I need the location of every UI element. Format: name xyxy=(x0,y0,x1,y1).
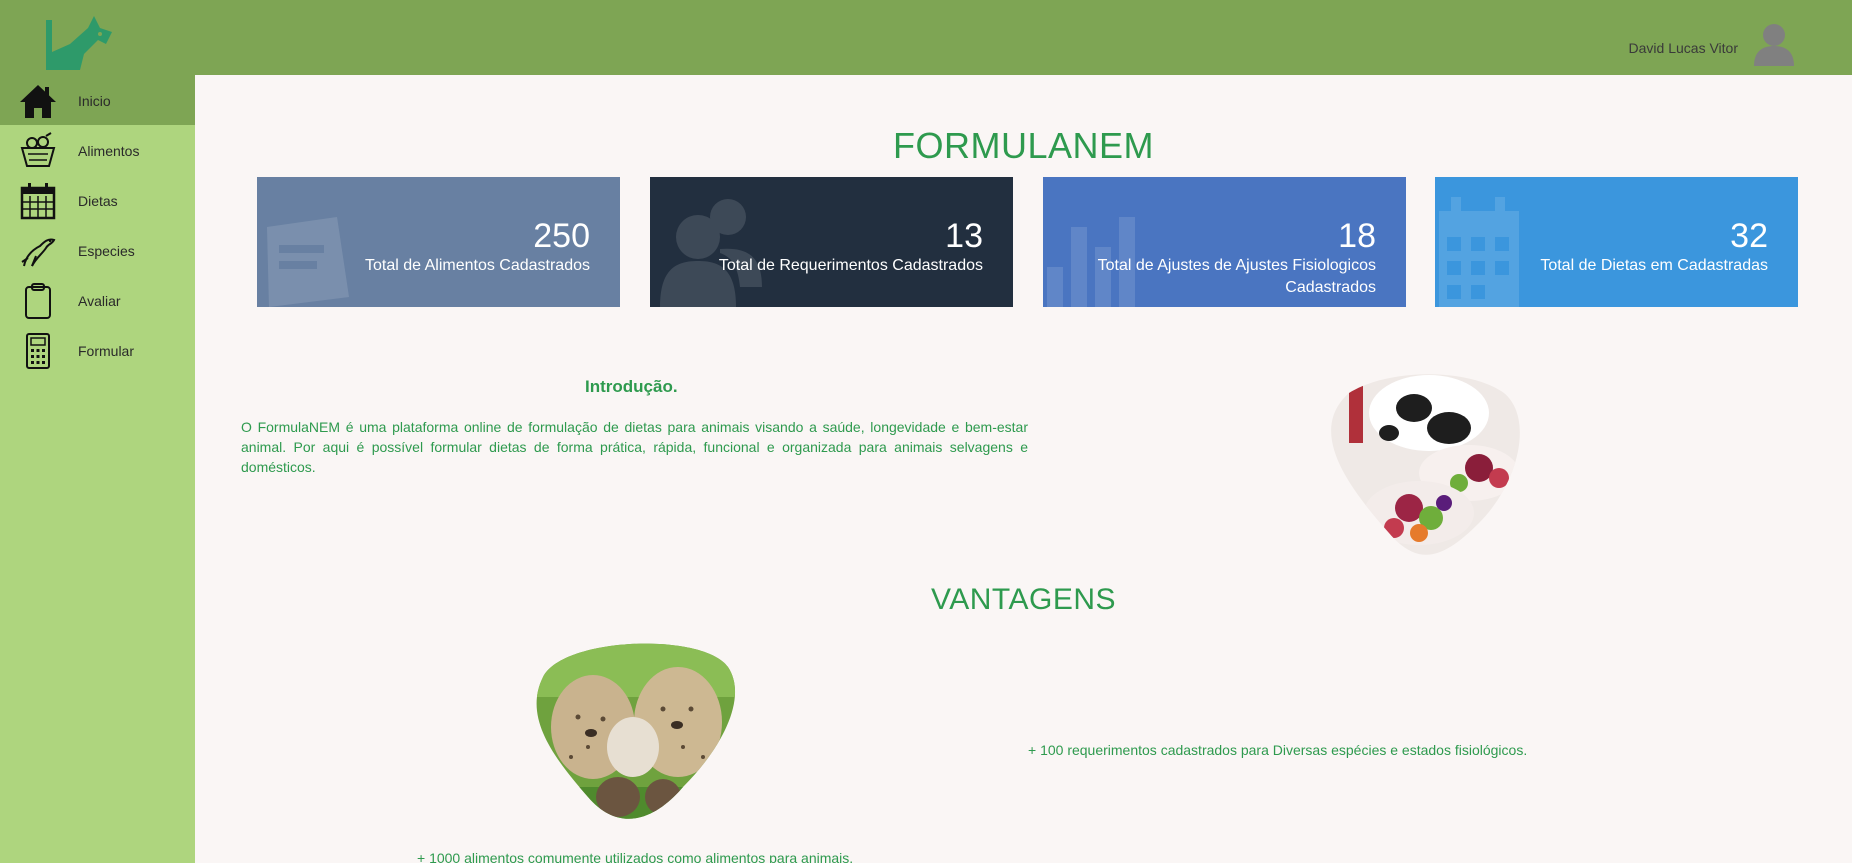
animal-icon xyxy=(21,238,56,267)
sidebar-item-especies[interactable]: Especies xyxy=(0,225,195,275)
advantage-requerimentos: + 100 requerimentos cadastrados para Div… xyxy=(1028,742,1528,758)
cheetah-cubs-image xyxy=(536,643,736,819)
intro-heading: Introdução. xyxy=(585,377,678,396)
sidebar-item-formular[interactable]: Formular xyxy=(0,325,195,375)
stat-value: 32 xyxy=(1730,217,1768,255)
dog-food-image xyxy=(1331,374,1520,555)
sidebar-item-label: Dietas xyxy=(78,193,118,209)
calendar-icon xyxy=(1439,197,1519,307)
stat-value: 18 xyxy=(1338,217,1376,255)
sidebar-item-label: Especies xyxy=(78,243,135,259)
stat-caption: Total de Requerimentos Cadastrados xyxy=(718,257,983,274)
advantages-title: VANTAGENS xyxy=(930,583,1117,616)
fruit-basket-icon xyxy=(20,132,56,167)
main-content: FORMULANEM 250 Total de Alimentos Cadast… xyxy=(195,75,1852,863)
sidebar-item-avaliar[interactable]: Avaliar xyxy=(0,275,195,325)
stat-value: 250 xyxy=(533,217,590,255)
document-icon xyxy=(267,217,349,307)
stat-value: 13 xyxy=(945,217,983,255)
user-name[interactable]: David Lucas Vitor xyxy=(1629,40,1738,56)
calendar-icon xyxy=(20,183,56,220)
calculator-icon xyxy=(26,333,50,369)
sidebar-item-label: Inicio xyxy=(78,93,111,109)
top-bar: David Lucas Vitor xyxy=(0,0,1852,75)
user-avatar-icon[interactable] xyxy=(1752,22,1796,66)
sidebar: Inicio Alimentos Dietas Especies Avaliar… xyxy=(0,75,195,863)
intro-text: O FormulaNEM é uma plataforma online de … xyxy=(241,419,1028,475)
stat-caption: Total de Alimentos Cadastrados xyxy=(364,257,590,274)
sidebar-item-label: Formular xyxy=(78,343,135,359)
stat-caption: Total de Ajustes de Ajustes Fisiologicos… xyxy=(1097,257,1376,296)
sidebar-item-label: Avaliar xyxy=(78,293,121,309)
advantage-alimentos: + 1000 alimentos comumente utilizados co… xyxy=(417,850,854,863)
clipboard-icon xyxy=(25,283,51,319)
page-title: FORMULANEM xyxy=(892,125,1154,166)
stat-card-requerimentos[interactable]: 13 Total de Requerimentos Cadastrados xyxy=(650,177,1013,307)
stat-card-ajustes[interactable]: 18 Total de Ajustes de Ajustes Fisiologi… xyxy=(1043,177,1406,307)
sidebar-item-dietas[interactable]: Dietas xyxy=(0,175,195,225)
logo-icon[interactable] xyxy=(40,14,115,74)
home-icon xyxy=(20,85,56,118)
stat-caption: Total de Dietas em Cadastradas xyxy=(1540,257,1768,274)
stat-card-dietas[interactable]: 32 Total de Dietas em Cadastradas xyxy=(1435,177,1798,307)
stat-card-alimentos[interactable]: 250 Total de Alimentos Cadastrados xyxy=(257,177,620,307)
sidebar-item-label: Alimentos xyxy=(78,143,140,159)
sidebar-item-alimentos[interactable]: Alimentos xyxy=(0,125,195,175)
users-icon xyxy=(660,199,762,307)
sidebar-item-inicio[interactable]: Inicio xyxy=(0,75,195,125)
